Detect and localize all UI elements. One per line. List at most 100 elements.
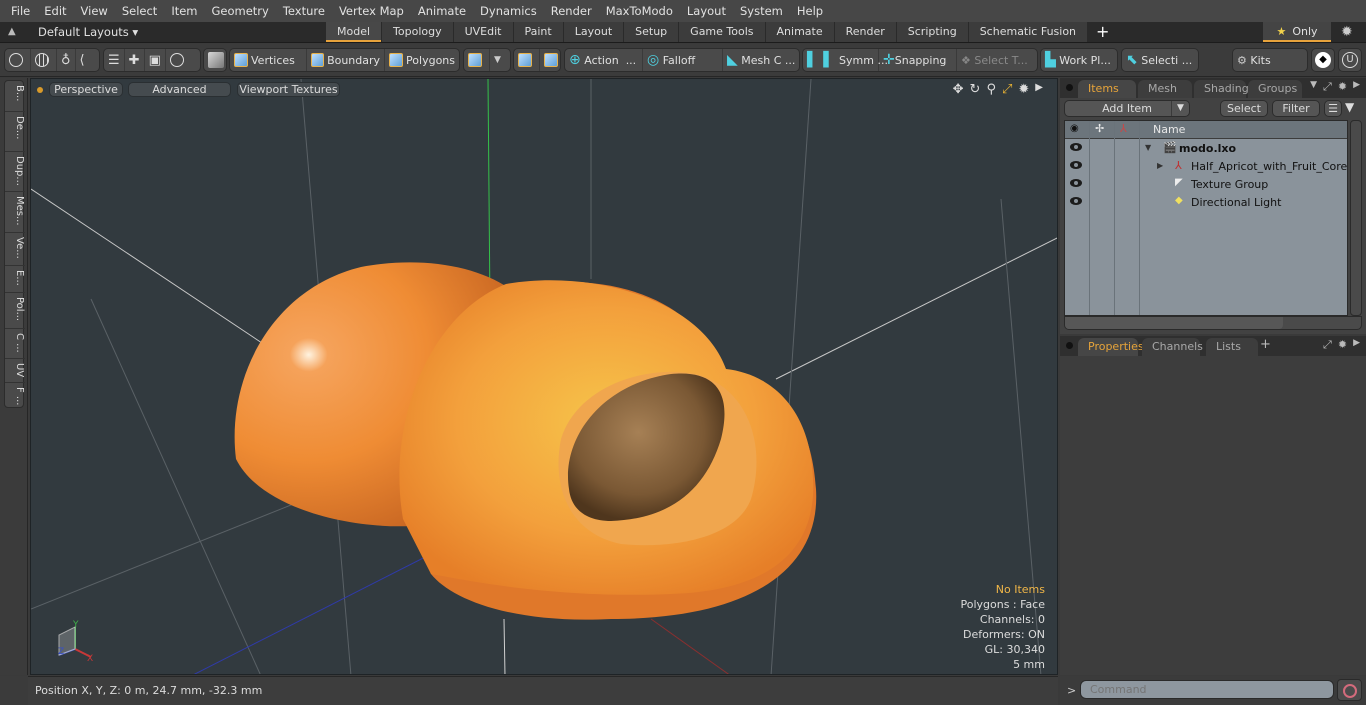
menu-help[interactable]: Help [790, 0, 830, 22]
kits-button[interactable]: ⚙ Kits [1233, 49, 1307, 71]
viewport-textures-button[interactable]: Viewport Textures [237, 82, 340, 97]
menu-dynamics[interactable]: Dynamics [473, 0, 544, 22]
filter-funnel-icon[interactable]: ▼ [1345, 100, 1361, 117]
layout-dropdown[interactable]: Default Layouts ▾ [38, 25, 138, 39]
menu-maxtomodo[interactable]: MaxToModo [599, 0, 680, 22]
viewport-menu-dot[interactable] [37, 87, 43, 93]
visibility-column-icon[interactable]: ◉ [1070, 123, 1079, 134]
uv-unwrap-button[interactable]: ✚ [125, 49, 145, 71]
tab-paint[interactable]: Paint [513, 22, 563, 42]
pivot-mode-button[interactable] [540, 49, 565, 71]
dial-tool-button[interactable] [166, 49, 191, 71]
vertices-mode-button[interactable]: Vertices [230, 49, 308, 71]
panel-gear-icon[interactable]: ✹ [1338, 80, 1347, 94]
tab-shading[interactable]: Shading [1194, 80, 1249, 98]
menu-texture[interactable]: Texture [276, 0, 332, 22]
tab-setup[interactable]: Setup [624, 22, 679, 42]
item-mode-button[interactable] [204, 49, 231, 71]
pen-tool-button[interactable]: ♁ [57, 49, 76, 71]
strip-tab-vertex[interactable]: Ve... [5, 233, 25, 266]
panel-menu-dot[interactable] [1066, 342, 1073, 349]
tab-groups[interactable]: Groups [1248, 80, 1302, 98]
strip-tab-edge[interactable]: E... [5, 266, 25, 293]
shading-button[interactable]: Advanced [128, 82, 231, 97]
tab-scripting[interactable]: Scripting [896, 22, 968, 42]
strip-tab-uv[interactable]: UV [5, 359, 25, 383]
eye-icon[interactable] [1070, 161, 1082, 169]
material-mode-button[interactable] [464, 49, 490, 71]
3d-viewport[interactable]: Y X Z Perspective Advanced Viewport Text… [30, 78, 1058, 675]
item-row-mesh[interactable]: ▶ ⅄ Half_Apricot_with_Fruit_Core [1065, 158, 1347, 176]
item-row-scene[interactable]: ▼ 🎬 modo.lxo [1065, 140, 1347, 158]
maximize-icon[interactable]: ⤢ [1002, 82, 1012, 97]
pan-icon[interactable]: ✥ [953, 82, 964, 97]
item-row-light[interactable]: ◆ Directional Light [1065, 194, 1347, 212]
zoom-icon[interactable]: ⚲ [986, 82, 996, 97]
rotate-icon[interactable]: ↻ [970, 82, 981, 97]
sphere-tool-button[interactable] [31, 49, 57, 71]
polygons-mode-button[interactable]: Polygons [385, 49, 459, 71]
menu-vertex-map[interactable]: Vertex Map [332, 0, 411, 22]
panel-expand-icon[interactable]: ▶ [1353, 338, 1360, 352]
locator-column-icon[interactable]: ⅄ [1120, 122, 1127, 135]
list-options-icon[interactable]: ☰ [1324, 100, 1342, 117]
eye-icon[interactable] [1070, 143, 1082, 151]
snapping-button[interactable]: ✛ Snapping [879, 49, 957, 71]
tab-layout[interactable]: Layout [563, 22, 624, 42]
strip-tab-curve[interactable]: C ... [5, 329, 25, 359]
command-input[interactable] [1080, 680, 1334, 699]
panel-gear-icon[interactable]: ✹ [1338, 338, 1347, 352]
menu-system[interactable]: System [733, 0, 790, 22]
tab-render[interactable]: Render [834, 22, 896, 42]
filter-button[interactable]: Filter [1272, 100, 1320, 117]
menu-layout[interactable]: Layout [680, 0, 733, 22]
panel-expand-icon[interactable]: ▶ [1353, 80, 1360, 94]
strip-tab-basic[interactable]: B... [5, 81, 25, 112]
boundary-mode-button[interactable]: Boundary [307, 49, 386, 71]
menu-select[interactable]: Select [115, 0, 164, 22]
add-panel-tab-button[interactable]: + [1260, 337, 1271, 352]
items-vertical-scrollbar[interactable] [1350, 120, 1362, 316]
unity-button[interactable]: ◆ [1311, 48, 1335, 72]
eye-icon[interactable] [1070, 197, 1082, 205]
center-mode-button[interactable] [514, 49, 540, 71]
eye-icon[interactable] [1070, 179, 1082, 187]
strip-tab-fusion[interactable]: F ... [5, 383, 25, 409]
maximize-panel-icon[interactable]: ⤢ [1323, 338, 1332, 352]
strip-tab-mesh[interactable]: Mes... [5, 192, 25, 233]
collapse-up-icon[interactable]: ▲ [8, 26, 20, 38]
expand-triangle-icon[interactable]: ▼ [1145, 143, 1151, 152]
mesh-constraint-button[interactable]: ◣ Mesh C ... [723, 49, 799, 71]
strip-tab-polygon[interactable]: Pol... [5, 293, 25, 329]
align-tool-button[interactable]: ☰ [104, 49, 125, 71]
circle-tool-button[interactable] [5, 49, 31, 71]
menu-view[interactable]: View [74, 0, 115, 22]
maximize-panel-icon[interactable]: ⤢ [1323, 80, 1332, 94]
symmetry-button[interactable]: ▌▐ Symm ... [803, 49, 888, 71]
expand-arrow-icon[interactable]: ▶ [1157, 161, 1163, 170]
tab-model[interactable]: Model [326, 22, 382, 42]
items-horizontal-scrollbar[interactable] [1064, 316, 1362, 330]
menu-geometry[interactable]: Geometry [205, 0, 276, 22]
material-dropdown-button[interactable]: ▼ [490, 49, 505, 71]
select-button[interactable]: Select [1220, 100, 1268, 117]
curve-tool-button[interactable]: ⟨ [76, 49, 89, 71]
perspective-button[interactable]: Perspective [49, 82, 123, 97]
strip-tab-duplicate[interactable]: Dup... [5, 152, 25, 192]
tab-topology[interactable]: Topology [382, 22, 453, 42]
tab-uvedit[interactable]: UVEdit [453, 22, 513, 42]
menu-edit[interactable]: Edit [37, 0, 73, 22]
only-toggle[interactable]: ★ Only [1263, 22, 1331, 42]
record-macro-button[interactable] [1337, 679, 1362, 701]
panel-menu-dot[interactable] [1066, 84, 1073, 91]
tab-mesh[interactable]: Mesh ... [1138, 80, 1192, 112]
selection-sets-button[interactable]: ⬉ Selecti ... [1122, 49, 1198, 71]
tab-animate[interactable]: Animate [765, 22, 834, 42]
select-through-button[interactable]: ❖ Select T... [957, 49, 1035, 71]
menu-animate[interactable]: Animate [411, 0, 473, 22]
expand-arrow-icon[interactable]: ▶ [1035, 82, 1043, 97]
add-tab-button[interactable]: + [1088, 22, 1117, 43]
tab-properties[interactable]: Properties [1078, 338, 1144, 356]
scrollbar-thumb[interactable] [1065, 317, 1283, 329]
name-column-header[interactable]: Name [1153, 123, 1185, 136]
